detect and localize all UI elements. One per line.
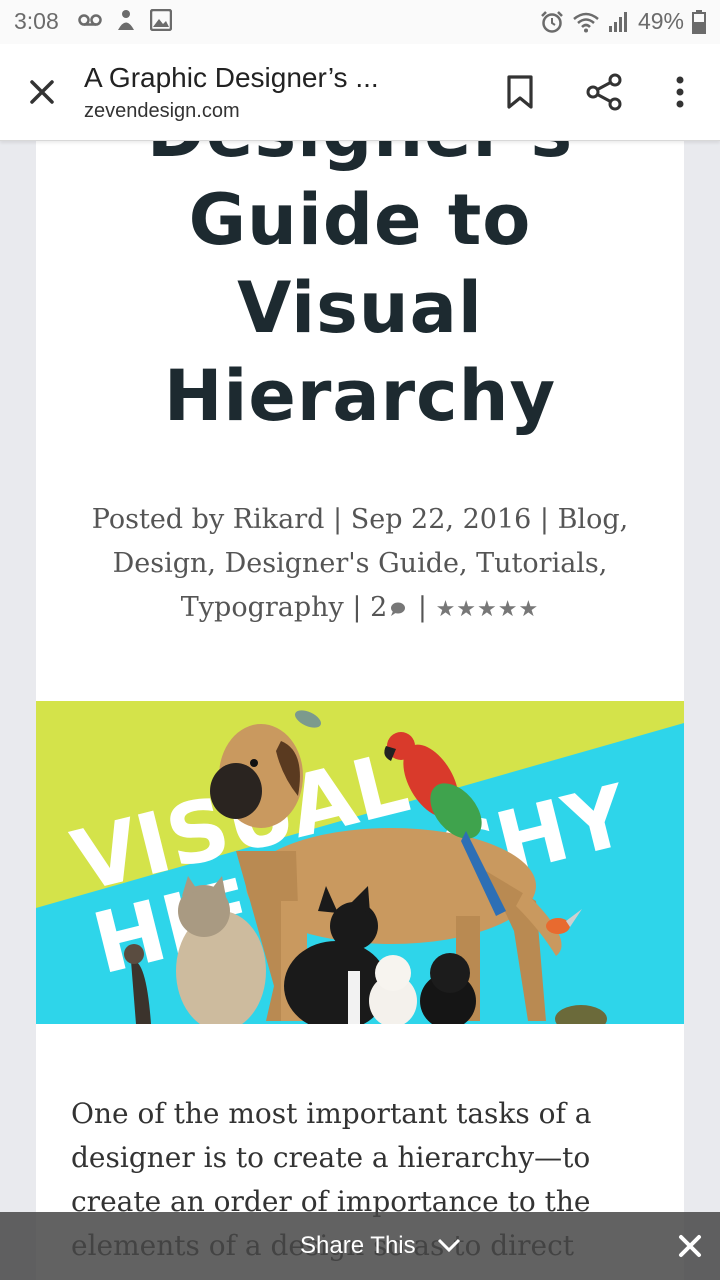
battery-icon <box>692 9 706 34</box>
post-date: Sep 22, 2016 <box>350 504 532 535</box>
separator: | <box>539 504 549 535</box>
separator: | <box>352 592 362 623</box>
posted-by-label: Posted by <box>91 504 225 535</box>
comment-icon <box>391 602 406 616</box>
custom-tab-toolbar: A Graphic Designer’s ... zevendesign.com <box>0 44 720 141</box>
wifi-icon <box>573 12 599 32</box>
page-domain: zevendesign.com <box>84 100 240 122</box>
alarm-icon <box>541 10 563 33</box>
hero-image: VISUAL HIERARCHY <box>36 701 684 1024</box>
title-line: Designer's <box>36 140 684 176</box>
separator: | <box>333 504 343 535</box>
chevron-down-icon[interactable] <box>436 1236 462 1254</box>
gallery-icon <box>150 9 172 31</box>
separator: | <box>417 592 427 623</box>
more-options-icon[interactable] <box>662 72 698 112</box>
share-icon[interactable] <box>584 72 624 112</box>
signal-icon <box>608 11 627 32</box>
category-link[interactable]: Typography <box>181 592 344 623</box>
comments-link[interactable]: 2 <box>370 592 409 623</box>
category-link[interactable]: Design, <box>113 548 216 579</box>
close-icon[interactable] <box>678 1234 702 1258</box>
share-bar: Share This <box>0 1212 720 1280</box>
share-this-button[interactable]: Share This <box>300 1232 416 1260</box>
notification-app-icon <box>118 10 134 30</box>
category-link[interactable]: Blog, <box>558 504 629 535</box>
status-bar: 3:08 49% <box>0 0 720 44</box>
category-link[interactable]: Designer's Guide, <box>225 548 468 579</box>
voicemail-icon <box>78 14 102 26</box>
article-page: Designer's Guide to Visual Hierarchy Pos… <box>36 140 684 1280</box>
category-link[interactable]: Tutorials, <box>476 548 607 579</box>
bookmark-icon[interactable] <box>500 72 540 112</box>
title-line: Guide to <box>188 179 532 261</box>
article-title: Designer's Guide to Visual Hierarchy <box>36 140 684 440</box>
author-link[interactable]: Rikard <box>233 504 325 535</box>
star-rating: ★★★★★ <box>435 597 540 622</box>
page-title: A Graphic Designer’s ... <box>84 62 379 93</box>
comment-count: 2 <box>370 592 388 623</box>
post-meta: Posted by Rikard | Sep 22, 2016 | Blog, … <box>76 498 644 632</box>
close-icon[interactable] <box>22 72 62 112</box>
battery-percent: 49% <box>637 8 684 34</box>
status-time: 3:08 <box>14 8 59 34</box>
title-line: Visual <box>237 267 483 349</box>
title-line: Hierarchy <box>163 355 557 437</box>
